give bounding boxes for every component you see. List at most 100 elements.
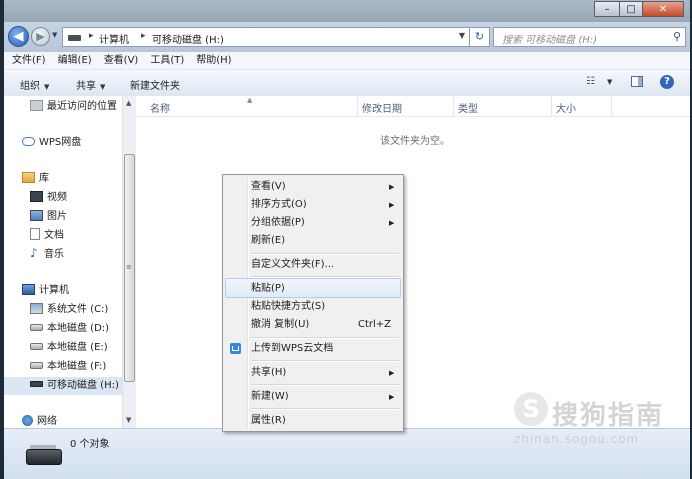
- nav-item-label: 本地磁盘 (E:): [47, 342, 108, 353]
- menu-item-label: 分组依据(P): [251, 217, 305, 228]
- nav-item-drive-e[interactable]: 本地磁盘 (E:): [30, 339, 108, 357]
- network-icon: [22, 414, 33, 426]
- close-button[interactable]: ✕: [642, 1, 684, 17]
- nav-item-libraries[interactable]: 库: [22, 170, 49, 188]
- window-controls: – □ ✕: [594, 1, 684, 18]
- computer-icon: [22, 283, 35, 295]
- drive-icon: [30, 342, 43, 350]
- nav-item-videos[interactable]: 视频: [30, 189, 67, 207]
- submenu-arrow-icon: ▶: [389, 183, 395, 191]
- menu-item-paste-shortcut[interactable]: 粘贴快捷方式(S): [225, 297, 401, 317]
- breadcrumb-separator[interactable]: ▸: [89, 31, 94, 41]
- menu-item-paste[interactable]: 粘贴(P): [225, 278, 401, 298]
- menu-item-share[interactable]: 共享(H) ▶: [225, 363, 401, 383]
- nav-item-drive-c[interactable]: 系统文件 (C:): [30, 301, 108, 319]
- column-type[interactable]: 类型: [458, 100, 478, 115]
- column-divider[interactable]: [611, 96, 612, 116]
- breadcrumb-separator[interactable]: ▸: [141, 31, 146, 41]
- menu-item-properties[interactable]: 属性(R): [225, 411, 401, 431]
- search-input[interactable]: 搜索 可移动磁盘 (H:) ⚲: [493, 27, 686, 47]
- watermark-url: zhinan.sogou.com: [514, 432, 640, 446]
- menu-tools[interactable]: 工具(T): [150, 52, 184, 69]
- scroll-down-icon[interactable]: ▼: [126, 416, 131, 424]
- menu-help[interactable]: 帮助(H): [196, 52, 231, 69]
- column-size[interactable]: 大小: [556, 100, 576, 115]
- share-label: 共享: [76, 81, 96, 92]
- usb-drive-icon: [68, 35, 81, 41]
- menu-item-sort-by[interactable]: 排序方式(O) ▶: [225, 195, 401, 215]
- menu-item-group-by[interactable]: 分组依据(P) ▶: [225, 213, 401, 233]
- scroll-up-icon[interactable]: ▲: [126, 99, 131, 107]
- nav-item-drive-d[interactable]: 本地磁盘 (D:): [30, 320, 109, 338]
- menu-view[interactable]: 查看(V): [104, 52, 139, 69]
- video-icon: [30, 190, 43, 202]
- address-bar[interactable]: ▸ 计算机 ▸ 可移动磁盘 (H:) ▼: [62, 27, 470, 47]
- chevron-down-icon: ▼: [100, 83, 106, 91]
- preview-pane-icon[interactable]: [631, 76, 643, 87]
- nav-scrollbar[interactable]: ▲ ≡ ▼: [122, 96, 136, 428]
- menu-edit[interactable]: 编辑(E): [58, 52, 92, 69]
- menu-item-new[interactable]: 新建(W) ▶: [225, 387, 401, 407]
- column-divider[interactable]: [551, 96, 552, 116]
- minimize-button[interactable]: –: [594, 1, 620, 17]
- view-options-icon[interactable]: ☷: [586, 76, 595, 87]
- nav-item-computer[interactable]: 计算机: [22, 282, 69, 300]
- nav-item-network[interactable]: 网络: [22, 413, 57, 428]
- menu-item-shortcut: Ctrl+Z: [358, 319, 392, 330]
- picture-icon: [30, 209, 43, 221]
- breadcrumb-drive[interactable]: 可移动磁盘 (H:): [152, 31, 224, 46]
- refresh-button[interactable]: ↻: [470, 27, 490, 47]
- document-icon: [30, 228, 40, 240]
- help-icon[interactable]: ?: [660, 75, 674, 89]
- search-icon[interactable]: ⚲: [673, 30, 681, 43]
- recent-pages-dropdown[interactable]: ▼: [52, 31, 57, 39]
- share-button[interactable]: 共享 ▼: [76, 77, 105, 92]
- menu-item-upload-wps[interactable]: 上传到WPS云文档: [225, 339, 401, 359]
- file-list[interactable]: ▲ 名称 修改日期 类型 大小 该文件夹为空。: [136, 96, 690, 428]
- column-date-modified[interactable]: 修改日期: [362, 100, 402, 115]
- menu-item-label: 共享(H): [251, 367, 287, 378]
- nav-item-pictures[interactable]: 图片: [30, 208, 67, 226]
- menu-item-undo-copy[interactable]: 撤消 复制(U) Ctrl+Z: [225, 315, 401, 335]
- usb-drive-icon: [30, 381, 43, 387]
- nav-item-label: 计算机: [39, 285, 69, 296]
- nav-item-removable-h[interactable]: 可移动磁盘 (H:): [4, 377, 122, 395]
- nav-item-drive-f[interactable]: 本地磁盘 (F:): [30, 358, 106, 376]
- menu-item-label: 排序方式(O): [251, 199, 307, 210]
- chevron-down-icon[interactable]: ▼: [459, 31, 465, 40]
- menu-separator: [251, 384, 399, 386]
- nav-item-documents[interactable]: 文档: [30, 227, 64, 245]
- menu-bar: 文件(F) 编辑(E) 查看(V) 工具(T) 帮助(H): [4, 52, 690, 70]
- recent-places-icon: [30, 99, 43, 111]
- organize-button[interactable]: 组织 ▼: [20, 77, 49, 92]
- menu-file[interactable]: 文件(F): [12, 52, 46, 69]
- nav-item-music[interactable]: ♪ 音乐: [30, 246, 64, 264]
- forward-button[interactable]: ▶: [31, 27, 50, 46]
- nav-item-label: 最近访问的位置: [47, 101, 117, 112]
- system-drive-icon: [30, 302, 43, 314]
- navigation-pane: 最近访问的位置 WPS网盘 库 视频 图片 文档 ♪ 音乐 计算机 系统文件 (C…: [4, 96, 122, 428]
- nav-item-label: 网络: [37, 416, 57, 427]
- back-button[interactable]: ◀: [8, 26, 29, 47]
- address-row: ◀ ▶ ▼ ▸ 计算机 ▸ 可移动磁盘 (H:) ▼ ↻ 搜索 可移动磁盘 (H…: [4, 22, 690, 52]
- nav-item-wps-cloud[interactable]: WPS网盘: [22, 134, 81, 152]
- new-folder-button[interactable]: 新建文件夹: [130, 77, 180, 92]
- column-divider[interactable]: [357, 96, 358, 116]
- maximize-button[interactable]: □: [619, 1, 643, 17]
- chevron-down-icon[interactable]: ▼: [607, 78, 612, 86]
- nav-item-label: 图片: [47, 211, 67, 222]
- breadcrumb-computer[interactable]: 计算机: [99, 31, 129, 46]
- menu-item-customize-folder[interactable]: 自定义文件夹(F)...: [225, 255, 401, 275]
- nav-item-recent[interactable]: 最近访问的位置: [30, 98, 117, 116]
- menu-item-label: 粘贴(P): [251, 283, 285, 294]
- column-name[interactable]: 名称: [150, 100, 170, 115]
- nav-item-label: 本地磁盘 (D:): [47, 323, 110, 334]
- menu-item-view[interactable]: 查看(V) ▶: [225, 177, 401, 197]
- column-divider[interactable]: [453, 96, 454, 116]
- submenu-arrow-icon: ▶: [389, 219, 395, 227]
- nav-item-label: 视频: [47, 192, 67, 203]
- menu-item-refresh[interactable]: 刷新(E): [225, 231, 401, 251]
- title-bar: – □ ✕: [4, 0, 690, 22]
- wps-cloud-icon: [230, 343, 241, 354]
- nav-item-label: 可移动磁盘 (H:): [47, 380, 119, 391]
